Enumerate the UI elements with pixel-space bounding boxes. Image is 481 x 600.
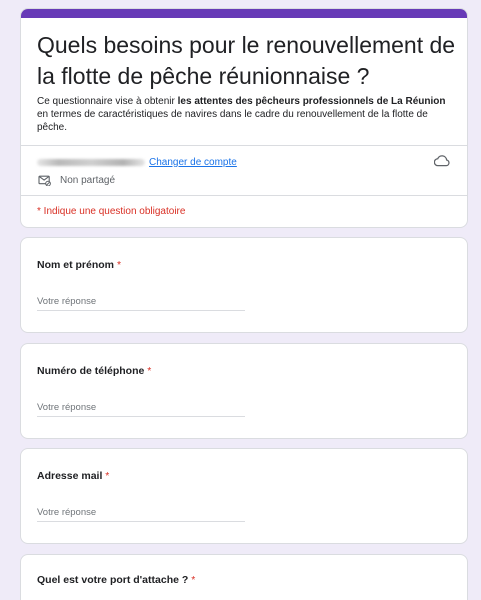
not-shared-icon xyxy=(38,175,51,186)
question-label-text: Quel est votre port d'attache ? xyxy=(37,574,189,586)
question-label: Nom et prénom * xyxy=(37,259,121,271)
phone-input[interactable] xyxy=(37,399,245,417)
required-asterisk: * xyxy=(191,574,196,586)
required-asterisk: * xyxy=(116,259,122,271)
question-label-text: Nom et prénom xyxy=(37,259,115,271)
share-status-row: Non partagé xyxy=(38,175,115,186)
form-description: Ce questionnaire vise à obtenir les atte… xyxy=(37,95,457,134)
required-note: * Indique une question obligatoire xyxy=(37,206,186,217)
description-suffix: en termes de caractéristiques de navires… xyxy=(37,109,428,133)
required-asterisk: * xyxy=(147,365,152,377)
account-row: Changer de compte xyxy=(37,155,237,169)
description-bold: les attentes des pêcheurs professionnels… xyxy=(177,96,446,107)
description-prefix: Ce questionnaire vise à obtenir xyxy=(37,96,178,107)
question-label: Adresse mail * xyxy=(37,470,109,482)
not-shared-label: Non partagé xyxy=(60,175,116,186)
question-card-name: Nom et prénom * xyxy=(20,237,468,333)
cloud-save-icon xyxy=(434,155,450,167)
question-card-email: Adresse mail * xyxy=(20,448,468,544)
name-input[interactable] xyxy=(37,293,245,311)
question-card-phone: Numéro de téléphone * xyxy=(20,343,468,439)
required-asterisk: * xyxy=(105,470,110,482)
header-divider xyxy=(21,145,467,146)
question-label: Quel est votre port d'attache ? * xyxy=(37,574,195,586)
question-label: Numéro de téléphone * xyxy=(37,365,151,377)
form-title: Quels besoins pour le renouvellement de … xyxy=(37,32,456,89)
switch-account-link[interactable]: Changer de compte xyxy=(149,157,237,168)
header-accent-bar xyxy=(21,9,467,18)
question-label-text: Adresse mail xyxy=(37,470,103,482)
blurred-account-email xyxy=(37,158,145,166)
account-divider xyxy=(21,195,467,196)
question-label-text: Numéro de téléphone xyxy=(37,365,145,377)
question-card-port: Quel est votre port d'attache ? * xyxy=(20,554,468,600)
email-input[interactable] xyxy=(37,504,245,522)
form-header-card: Quels besoins pour le renouvellement de … xyxy=(20,8,468,228)
